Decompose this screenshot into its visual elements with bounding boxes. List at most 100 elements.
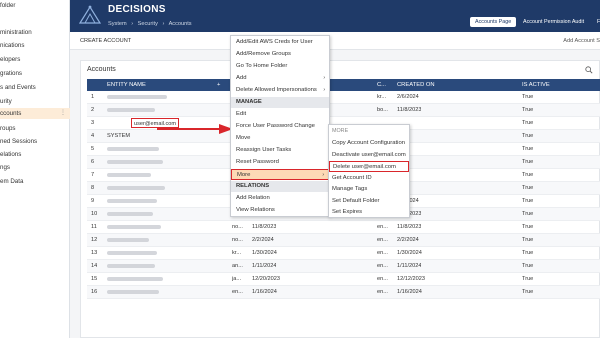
column-is-active[interactable]: IS ACTIVE xyxy=(522,79,550,91)
chevron-right-icon: › xyxy=(323,87,325,93)
sidebar-item-label: ccounts xyxy=(0,110,22,117)
column-c[interactable]: C... xyxy=(377,79,386,91)
redacted-entity-name[interactable] xyxy=(107,286,227,299)
redacted-text xyxy=(107,172,151,177)
redacted-entity-name[interactable] xyxy=(107,234,227,247)
menu-item-view-relations[interactable]: View Relations xyxy=(231,205,329,216)
redacted-entity-name[interactable] xyxy=(107,91,227,104)
submenu-item-manage-tags[interactable]: Manage Tags xyxy=(329,184,409,195)
menu-item-delete-allowed-impersonations[interactable]: Delete Allowed Impersonations › xyxy=(231,85,329,96)
tab-accounts-page[interactable]: Accounts Page xyxy=(470,17,517,27)
sidebar-item-folder[interactable]: folder xyxy=(0,0,70,11)
created-by-cell: en... xyxy=(377,250,388,256)
submenu-item-deactivate-user-email-com[interactable]: Deactivate user@email.com xyxy=(329,150,409,161)
menu-item-label: Add/Edit AWS Creds for User xyxy=(236,39,313,45)
table-row[interactable]: 1 kr... 2/6/2024 True xyxy=(87,91,600,104)
redacted-entity-name[interactable] xyxy=(107,260,227,273)
menu-item-add[interactable]: Add › xyxy=(231,73,329,84)
menu-item-move[interactable]: Move xyxy=(231,133,329,144)
sidebar-item-relations[interactable]: elations xyxy=(0,149,70,160)
sidebar-item-communications[interactable]: nications xyxy=(0,40,70,51)
menu-item-label: View Relations xyxy=(236,207,275,213)
redacted-entity-name[interactable] xyxy=(107,208,227,221)
create-account-button[interactable]: CREATE ACCOUNT xyxy=(80,38,131,44)
sidebar-item-groups[interactable]: roups xyxy=(0,123,70,134)
sidebar-item-system-data[interactable]: em Data xyxy=(0,176,70,187)
created-on-cell: 1/16/2024 xyxy=(397,289,422,295)
table-row[interactable]: 2 bo... 11/8/2023 True xyxy=(87,104,600,117)
app-header: DECISIONS System › Security › Accounts A… xyxy=(70,0,600,32)
table-row[interactable]: 15 ja... 12/20/2023 en... 12/12/2023 True xyxy=(87,273,600,286)
redacted-entity-name[interactable] xyxy=(107,143,227,156)
menu-item-more[interactable]: More › xyxy=(231,169,329,180)
menu-item-label: More xyxy=(237,172,251,178)
submenu-item-set-default-folder[interactable]: Set Default Folder xyxy=(329,196,409,207)
submenu-item-get-account-id[interactable]: Get Account ID xyxy=(329,173,409,184)
modified-date-cell: 1/30/2024 xyxy=(252,250,277,256)
breadcrumb-separator: › xyxy=(162,21,165,27)
row-number: 16 xyxy=(91,289,98,295)
chevron-right-icon: › xyxy=(322,172,324,178)
is-active-cell: True xyxy=(522,250,534,256)
sidebar-item-accounts[interactable]: ccounts ⋮ xyxy=(0,108,70,119)
sidebar-item-administration[interactable]: ministration xyxy=(0,27,70,38)
table-row[interactable]: 12 no... 2/2/2024 en... 2/2/2024 True xyxy=(87,234,600,247)
column-entity-name[interactable]: ENTITY NAME xyxy=(107,79,146,91)
menu-item-go-to-home-folder[interactable]: Go To Home Folder xyxy=(231,61,329,72)
submenu-item-delete-user-email-com[interactable]: Delete user@email.com xyxy=(329,161,409,172)
decisions-logo-icon[interactable] xyxy=(76,3,104,27)
is-active-cell: True xyxy=(522,198,534,204)
column-created-on[interactable]: CREATED ON xyxy=(397,79,435,91)
redacted-text xyxy=(107,94,167,99)
menu-item-reset-password[interactable]: Reset Password xyxy=(231,157,329,168)
menu-item-label: Force User Password Change xyxy=(236,123,315,129)
submenu-item-copy-account-configuration[interactable]: Copy Account Configuration xyxy=(329,138,409,149)
sidebar-item-settings[interactable]: ngs xyxy=(0,162,70,173)
more-options-icon[interactable]: ⋮ xyxy=(60,108,66,119)
sidebar-item-jobs-and-events[interactable]: s and Events xyxy=(0,82,70,93)
sidebar-item-integrations[interactable]: grations xyxy=(0,68,70,79)
menu-item-force-user-password-change[interactable]: Force User Password Change xyxy=(231,121,329,132)
redacted-text xyxy=(107,263,155,268)
menu-item-edit[interactable]: Edit xyxy=(231,109,329,120)
created-by-cell: en... xyxy=(377,263,388,269)
modified-date-cell: 1/16/2024 xyxy=(252,289,277,295)
breadcrumb-system[interactable]: System xyxy=(108,21,127,27)
sidebar-item-security[interactable]: urity xyxy=(0,96,70,107)
redacted-entity-name[interactable] xyxy=(107,104,227,117)
breadcrumb-accounts[interactable]: Accounts xyxy=(169,21,192,27)
menu-item-reassign-user-tasks[interactable]: Reassign User Tasks xyxy=(231,145,329,156)
row-number: 5 xyxy=(91,146,95,152)
redacted-entity-name[interactable] xyxy=(107,195,227,208)
menu-item-add-remove-groups[interactable]: Add/Remove Groups xyxy=(231,49,329,60)
redacted-entity-name[interactable] xyxy=(107,182,227,195)
redacted-entity-name[interactable] xyxy=(107,156,227,169)
redacted-text xyxy=(107,237,149,242)
menu-item-add-edit-aws-creds-for-user[interactable]: Add/Edit AWS Creds for User xyxy=(231,37,329,48)
redacted-entity-name[interactable] xyxy=(107,273,227,286)
is-active-cell: True xyxy=(522,185,534,191)
submenu-item-set-expires[interactable]: Set Expires xyxy=(329,207,409,218)
redacted-entity-name[interactable] xyxy=(107,221,227,234)
row-number: 2 xyxy=(91,107,95,113)
add-column-icon[interactable]: + xyxy=(217,79,220,91)
table-row[interactable]: 16 en... 1/16/2024 en... 1/16/2024 True xyxy=(87,286,600,299)
redacted-entity-name[interactable] xyxy=(107,169,227,182)
table-row[interactable]: 13 kr... 1/30/2024 en... 1/30/2024 True xyxy=(87,247,600,260)
table-row[interactable]: 14 an... 1/11/2024 en... 1/11/2024 True xyxy=(87,260,600,273)
add-account-settings-link[interactable]: Add Account S xyxy=(563,38,600,44)
tab-account-permission-audit[interactable]: Account Permission Audit xyxy=(518,17,589,27)
table-row[interactable]: 11 no... 11/8/2023 en... 11/8/2023 True xyxy=(87,221,600,234)
created-on-cell: 11/8/2023 xyxy=(397,107,422,113)
redacted-entity-name[interactable] xyxy=(107,247,227,260)
sidebar-item-named-sessions[interactable]: ned Sessions xyxy=(0,136,70,147)
is-active-cell: True xyxy=(522,276,534,282)
is-active-cell: True xyxy=(522,263,534,269)
redacted-text xyxy=(107,211,153,216)
is-active-cell: True xyxy=(522,107,534,113)
red-pointer-arrow xyxy=(157,124,233,134)
sidebar-item-developers[interactable]: elopers xyxy=(0,54,70,65)
menu-item-add-relation[interactable]: Add Relation xyxy=(231,193,329,204)
search-icon[interactable] xyxy=(585,66,593,74)
breadcrumb-security[interactable]: Security xyxy=(138,21,158,27)
